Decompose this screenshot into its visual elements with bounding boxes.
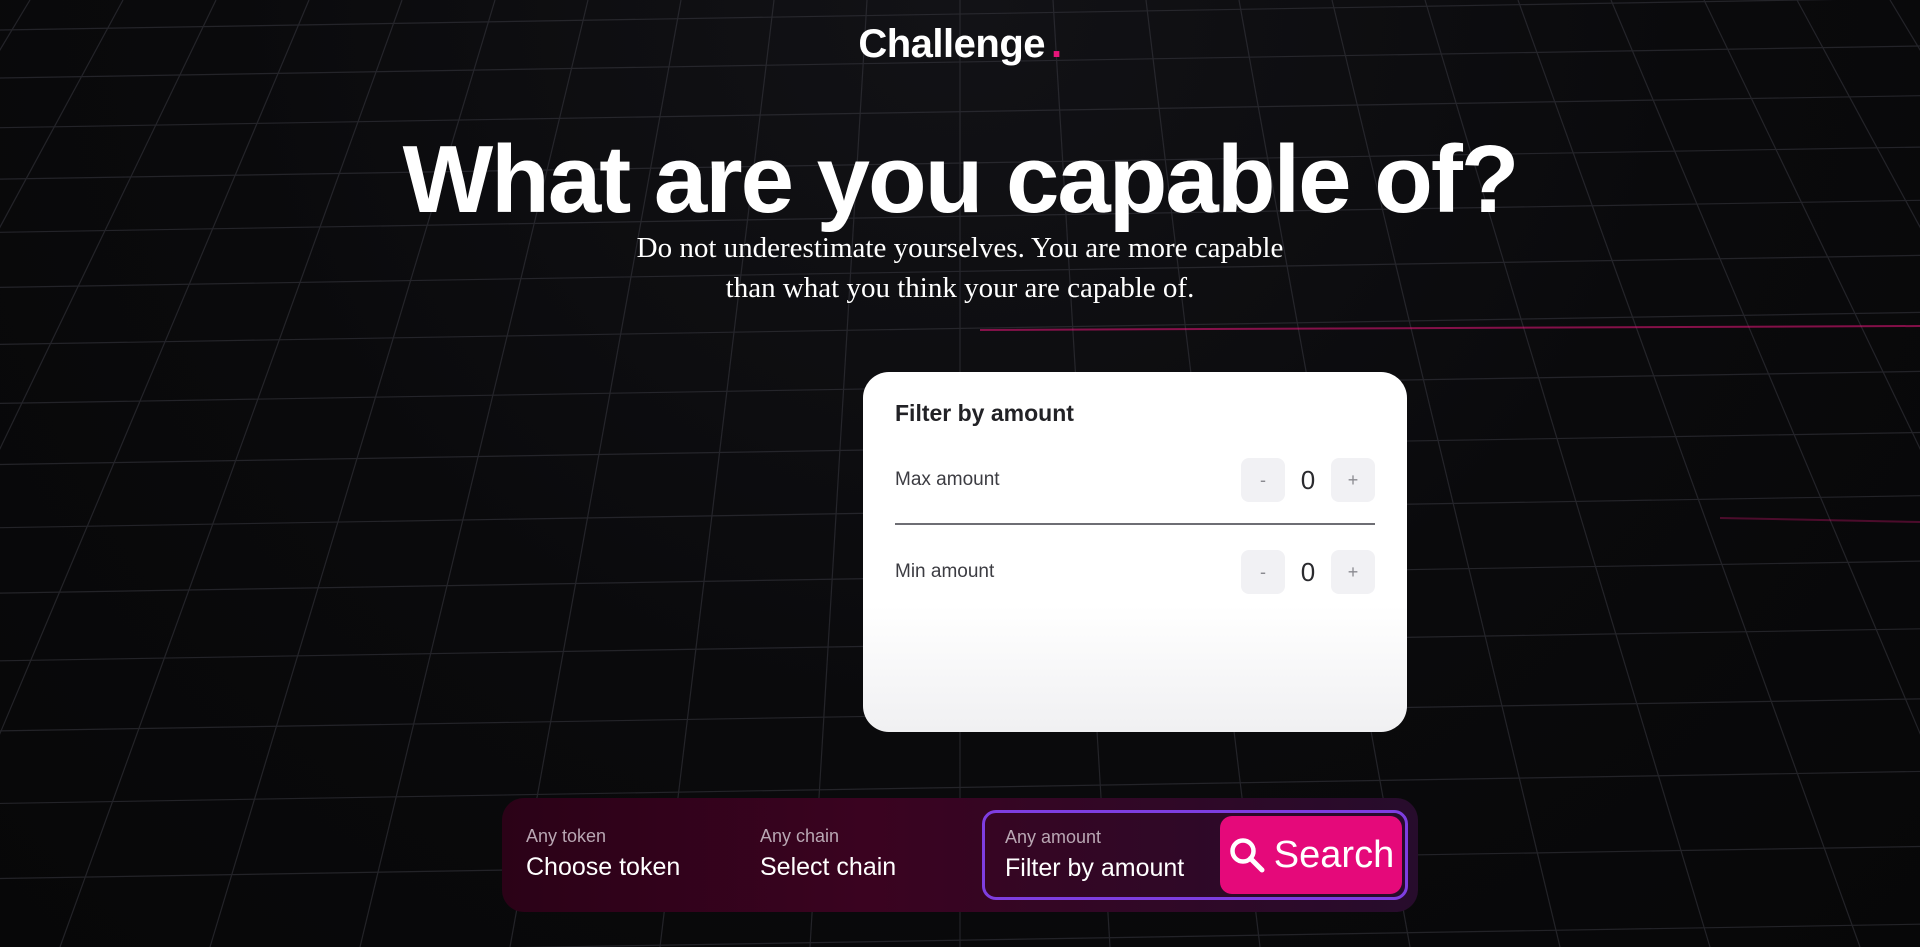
page: Challenge. What are you capable of? Do n… (0, 0, 1920, 947)
min-amount-decrement-button[interactable]: - (1241, 550, 1285, 594)
chain-field-label: Any chain (760, 826, 840, 846)
min-amount-row: Min amount - 0 + (895, 549, 1375, 595)
filter-card-title: Filter by amount (895, 400, 1074, 426)
min-amount-increment-button[interactable]: + (1331, 550, 1375, 594)
amount-field-value: Filter by amount (1005, 854, 1185, 882)
token-selector[interactable]: Any token Choose token (526, 826, 680, 882)
token-field-value: Choose token (526, 853, 681, 881)
amount-selector[interactable]: Any amount Filter by amount (1005, 827, 1184, 883)
min-amount-value[interactable]: 0 (1285, 557, 1331, 588)
pink-glow-line-faint (1719, 517, 1920, 523)
hero-subtitle-line-2: than what you think your are capable of. (725, 272, 1195, 304)
grid-line-horizontal (0, 95, 1920, 129)
token-field-label: Any token (526, 826, 607, 846)
grid-line-horizontal (515, 923, 1920, 947)
pink-glow-line (979, 325, 1920, 331)
max-amount-value[interactable]: 0 (1285, 465, 1331, 496)
chain-field-value: Select chain (760, 853, 897, 881)
max-amount-increment-button[interactable]: + (1331, 458, 1375, 502)
chain-selector[interactable]: Any chain Select chain (760, 826, 896, 882)
hero-title: What are you capable of? (402, 126, 1520, 233)
search-bar: Any token Choose token Any chain Select … (502, 798, 1418, 912)
brand-name: Challenge (858, 22, 1046, 66)
search-button-label: Search (1273, 833, 1395, 876)
brand-dot: . (1051, 22, 1062, 66)
filter-by-amount-card: Filter by amount Max amount - 0 + Min am… (863, 372, 1407, 732)
search-button[interactable]: Search (1220, 816, 1402, 894)
hero-subtitle: Do not underestimate yourselves. You are… (560, 228, 1360, 308)
min-amount-stepper: - 0 + (1241, 550, 1375, 594)
hero-subtitle-line-1: Do not underestimate yourselves. You are… (636, 232, 1284, 264)
max-amount-label: Max amount (895, 469, 1000, 490)
brand-logo[interactable]: Challenge. (0, 22, 1920, 67)
amount-filter-field[interactable]: Any amount Filter by amount Search (982, 810, 1408, 900)
max-amount-row: Max amount - 0 + (895, 457, 1375, 503)
max-amount-decrement-button[interactable]: - (1241, 458, 1285, 502)
amount-field-label: Any amount (1005, 827, 1102, 847)
max-amount-stepper: - 0 + (1241, 458, 1375, 502)
amount-divider (895, 523, 1375, 525)
min-amount-label: Min amount (895, 561, 995, 582)
grid-line-horizontal (0, 311, 1920, 346)
search-icon (1230, 838, 1265, 873)
